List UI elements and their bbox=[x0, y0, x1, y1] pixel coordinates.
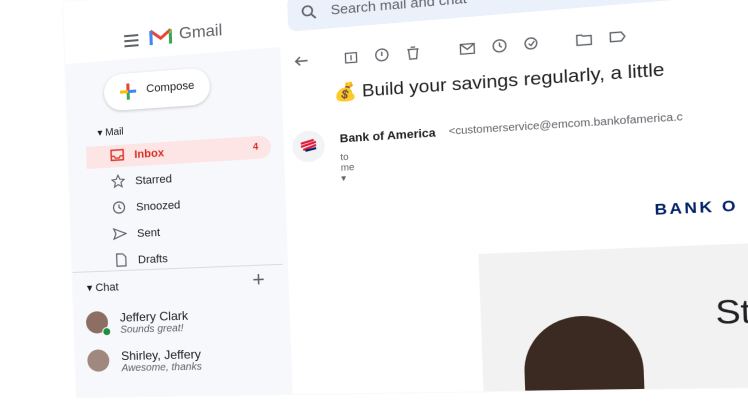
chat-item[interactable]: Shirley, Jeffery Awesome, thanks bbox=[87, 341, 284, 382]
compose-label: Compose bbox=[146, 79, 195, 96]
chevron-down-icon[interactable]: ▾ bbox=[341, 173, 346, 184]
star-icon bbox=[111, 174, 126, 189]
sender-name: Bank of America bbox=[339, 126, 436, 146]
move-to-icon[interactable] bbox=[575, 31, 592, 48]
chat-section-header[interactable]: ▾ Chat bbox=[87, 280, 119, 294]
label-icon[interactable] bbox=[609, 28, 626, 45]
online-status-icon bbox=[102, 327, 112, 337]
chat-header-label: Chat bbox=[95, 281, 119, 295]
chat-status: Sounds great! bbox=[120, 322, 184, 336]
clock-icon bbox=[112, 200, 127, 215]
message-pane: 💰 Build your savings regularly, a little… bbox=[280, 7, 748, 398]
sidebar: Compose ▾ Mail Inbox 4 Starred Snoozed S… bbox=[65, 47, 288, 398]
chat-item[interactable]: Jeffery Clark Sounds great! bbox=[85, 301, 283, 343]
compose-button[interactable]: Compose bbox=[103, 67, 211, 112]
avatar bbox=[87, 349, 110, 372]
mark-unread-icon[interactable] bbox=[459, 40, 476, 56]
sender-email: <customerservice@emcom.bankofamerica.c bbox=[448, 111, 683, 138]
recipient-line[interactable]: to me ▾ bbox=[340, 151, 355, 184]
screen: Gmail Search mail and chat Compose ▾ Mai… bbox=[0, 0, 748, 406]
archive-icon[interactable] bbox=[343, 49, 359, 65]
sidebar-item-snoozed[interactable]: Snoozed bbox=[88, 189, 274, 221]
bank-flag-icon bbox=[292, 130, 325, 163]
gmail-brand: Gmail bbox=[178, 21, 223, 43]
send-icon bbox=[113, 226, 128, 241]
person-photo bbox=[522, 314, 645, 398]
bank-brand-mark: BANK O bbox=[654, 196, 739, 219]
sidebar-item-sent[interactable]: Sent bbox=[89, 216, 275, 247]
mail-section-header[interactable]: ▾ Mail bbox=[97, 126, 124, 139]
sidebar-item-label: Drafts bbox=[137, 252, 169, 267]
draft-icon bbox=[114, 253, 129, 268]
sender-avatar bbox=[291, 129, 326, 164]
search-icon bbox=[300, 3, 318, 21]
add-task-icon[interactable] bbox=[524, 35, 541, 52]
delete-icon[interactable] bbox=[405, 44, 421, 60]
report-spam-icon[interactable] bbox=[374, 47, 390, 63]
gmail-window: Gmail Search mail and chat Compose ▾ Mai… bbox=[63, 0, 748, 398]
compose-plus-icon bbox=[119, 83, 137, 100]
menu-icon[interactable] bbox=[124, 34, 139, 48]
sidebar-item-label: Starred bbox=[135, 173, 173, 188]
chat-status: Awesome, thanks bbox=[121, 361, 203, 375]
gmail-logo-icon bbox=[148, 26, 173, 46]
sidebar-item-label: Inbox bbox=[134, 147, 165, 162]
snooze-icon[interactable] bbox=[491, 38, 508, 54]
inbox-count-badge: 4 bbox=[252, 141, 259, 152]
search-placeholder[interactable]: Search mail and chat bbox=[330, 0, 467, 18]
inbox-icon bbox=[110, 148, 125, 163]
recipient-text: to me bbox=[340, 151, 355, 173]
sidebar-item-label: Snoozed bbox=[135, 199, 181, 214]
new-chat-plus-icon[interactable]: + bbox=[252, 269, 265, 293]
back-arrow-icon[interactable] bbox=[293, 53, 309, 69]
sidebar-item-label: Sent bbox=[136, 226, 161, 241]
email-hero-image: Ste bbox=[478, 241, 748, 398]
mail-header-label: Mail bbox=[105, 126, 124, 139]
hero-headline: Ste bbox=[714, 292, 748, 332]
